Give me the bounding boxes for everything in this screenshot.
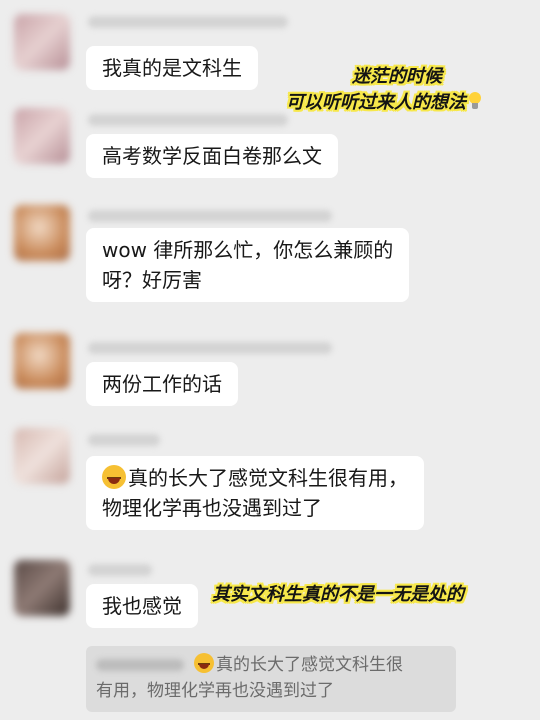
avatar[interactable] [14,560,70,616]
avatar[interactable] [14,205,70,261]
overlay-caption-text: 可以听听过来人的想法 [286,92,466,113]
sender-name-blurred [88,210,332,222]
quoted-message[interactable]: 真的长大了感觉文科生很 有用，物理化学再也没遇到过了 [86,646,456,712]
lightbulb-icon [468,92,482,110]
avatar[interactable] [14,108,70,164]
message-text: 高考数学反面白卷那么文 [102,144,322,168]
laughing-crying-emoji-icon [194,653,214,673]
sender-name-blurred [88,342,332,354]
message-text-line: wow 律所那么忙，你怎么兼顾的 [102,238,394,262]
message-bubble[interactable]: 两份工作的话 [86,362,238,406]
avatar[interactable] [14,333,70,389]
message-bubble[interactable]: 真的长大了感觉文科生很有用， 物理化学再也没遇到过了 [86,456,424,530]
message-text: 我真的是文科生 [102,56,242,80]
message-text-line: 真的长大了感觉文科生很有用， [128,466,408,490]
sender-name-blurred [88,434,160,446]
message-bubble[interactable]: 我真的是文科生 [86,46,258,90]
laughing-crying-emoji-icon [102,465,126,489]
quoted-text-line: 真的长大了感觉文科生很 [216,655,403,675]
avatar[interactable] [14,428,70,484]
sender-name-blurred [88,114,288,126]
message-bubble[interactable]: 我也感觉 [86,584,198,628]
sender-name-blurred [88,16,288,28]
overlay-caption-top-line2: 可以听听过来人的想法 [286,88,482,114]
avatar[interactable] [14,14,70,70]
message-text-line: 呀？好厉害 [102,268,202,292]
quoted-sender-blurred [96,659,184,671]
sender-name-blurred [88,564,152,576]
message-text-line: 物理化学再也没遇到过了 [102,496,322,520]
message-bubble[interactable]: wow 律所那么忙，你怎么兼顾的 呀？好厉害 [86,228,410,302]
quoted-text-line: 有用，物理化学再也没遇到过了 [96,681,334,701]
message-text: 我也感觉 [102,594,182,618]
overlay-caption-top-line1: 迷茫的时候 [352,66,442,87]
message-text: 两份工作的话 [102,372,222,396]
overlay-caption-bottom: 其实文科生真的不是一无是处的 [212,584,464,605]
message-bubble[interactable]: 高考数学反面白卷那么文 [86,134,338,178]
